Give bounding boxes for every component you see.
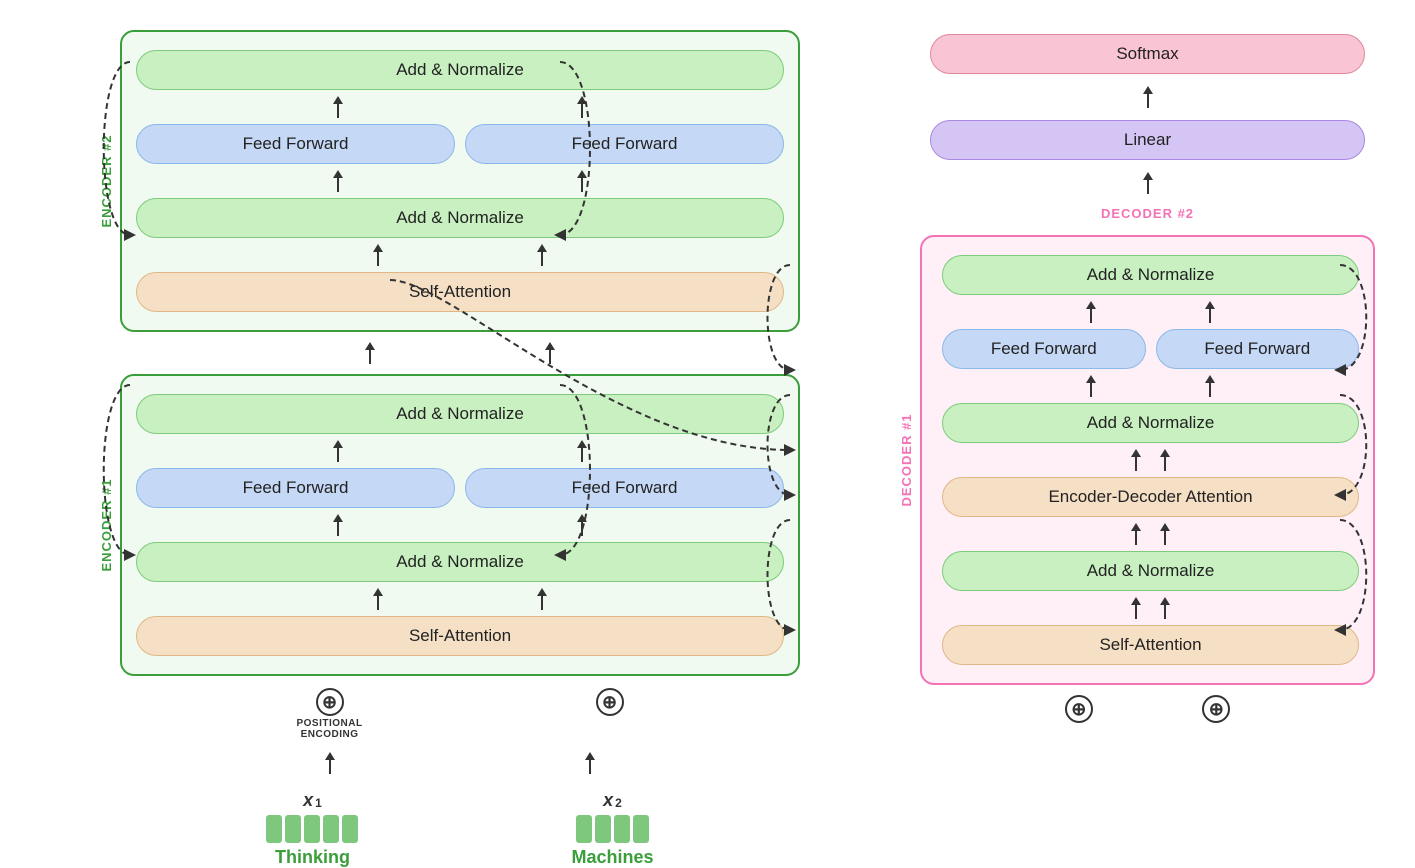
- x2-label: x: [603, 790, 613, 811]
- enc2-ff-right: Feed Forward: [465, 124, 784, 164]
- dec-plus-left: ⊕: [1065, 695, 1093, 723]
- enc2-self-attention: Self-Attention: [136, 272, 784, 312]
- encoder2-label: ENCODER #2: [99, 134, 114, 227]
- arrow-enc1-sa-left: [373, 588, 383, 610]
- arrow-enc1-ff-right-up: [577, 440, 587, 462]
- dec1-ff-right: Feed Forward: [1156, 329, 1360, 369]
- arrow-enc2-anb-right-up: [577, 170, 587, 192]
- dec1-add-norm-encdec: Add & Normalize: [942, 403, 1359, 443]
- dec1-enc-dec-attention: Encoder-Decoder Attention: [942, 477, 1359, 517]
- softmax-layer: Softmax: [930, 34, 1365, 74]
- x2-word: Machines: [571, 847, 653, 868]
- arrow-input-right: [585, 752, 595, 774]
- arrow-enc2-anb-left-up: [333, 170, 343, 192]
- enc2-ff-left: Feed Forward: [136, 124, 455, 164]
- positional-encoding-plus-left: ⊕: [316, 688, 344, 716]
- arrow-dec1-an-bot-left: [1131, 523, 1141, 545]
- arrow-dec2-to-linear: [1143, 172, 1153, 194]
- arrow-enc1-sa-right: [537, 588, 547, 610]
- arrow-dec1-ff-left-up: [1086, 301, 1096, 323]
- enc2-add-norm-top: Add & Normalize: [136, 50, 784, 90]
- dec1-add-norm-top: Add & Normalize: [942, 255, 1359, 295]
- x2-sub: 2: [615, 796, 622, 810]
- arrow-dec1-sa-up-left: [1131, 597, 1141, 619]
- dec-plus-right: ⊕: [1202, 695, 1230, 723]
- arrow-input-left: [325, 752, 335, 774]
- decoder2-label: DECODER #2: [920, 202, 1375, 227]
- x2-bars: [576, 815, 649, 843]
- arrow-dec1-ff-right-up: [1205, 301, 1215, 323]
- arrow-enc2-sa-left: [373, 244, 383, 266]
- arrow-enc1-anb-right-up: [577, 514, 587, 536]
- arrow-enc2-ff-left-up: [333, 96, 343, 118]
- linear-layer: Linear: [930, 120, 1365, 160]
- arrow-dec1-an-enc-right: [1205, 375, 1215, 397]
- arrow-enc2-ff-right-up: [577, 96, 587, 118]
- input-token-x1: x 1 Thinking: [266, 790, 358, 868]
- arrow-linear-to-softmax: [1143, 86, 1153, 108]
- arrow-dec1-eda-left: [1131, 449, 1141, 471]
- x1-word: Thinking: [275, 847, 350, 868]
- arrow-dec1-an-enc-left: [1086, 375, 1096, 397]
- enc1-ff-right: Feed Forward: [465, 468, 784, 508]
- pos-enc-label: POSITIONALENCODING: [296, 718, 362, 740]
- dec1-self-attention: Self-Attention: [942, 625, 1359, 665]
- arrow-enc2-sa-right: [537, 244, 547, 266]
- arrow-enc1-ff-left-up: [333, 440, 343, 462]
- decoder1-label: DECODER #1: [899, 413, 914, 506]
- enc1-ff-left: Feed Forward: [136, 468, 455, 508]
- input-token-x2: x 2 Machines: [571, 790, 653, 868]
- x1-sub: 1: [315, 796, 322, 810]
- enc2-add-norm-bottom: Add & Normalize: [136, 198, 784, 238]
- arrow-dec1-eda-right: [1160, 449, 1170, 471]
- x1-label: x: [303, 790, 313, 811]
- encoder1-label: ENCODER #1: [99, 478, 114, 571]
- positional-encoding-plus-right: ⊕: [596, 688, 624, 716]
- arrow-enc1-anb-left-up: [333, 514, 343, 536]
- arrow-dec1-sa-up-right: [1160, 597, 1170, 619]
- arrow-enc-gap-left: [365, 342, 375, 364]
- enc1-self-attention: Self-Attention: [136, 616, 784, 656]
- enc1-add-norm-top: Add & Normalize: [136, 394, 784, 434]
- arrow-dec1-an-bot-right: [1160, 523, 1170, 545]
- dec1-ff-left: Feed Forward: [942, 329, 1146, 369]
- x1-bars: [266, 815, 358, 843]
- arrow-enc-gap-right: [545, 342, 555, 364]
- dec1-add-norm-bottom: Add & Normalize: [942, 551, 1359, 591]
- enc1-add-norm-bottom: Add & Normalize: [136, 542, 784, 582]
